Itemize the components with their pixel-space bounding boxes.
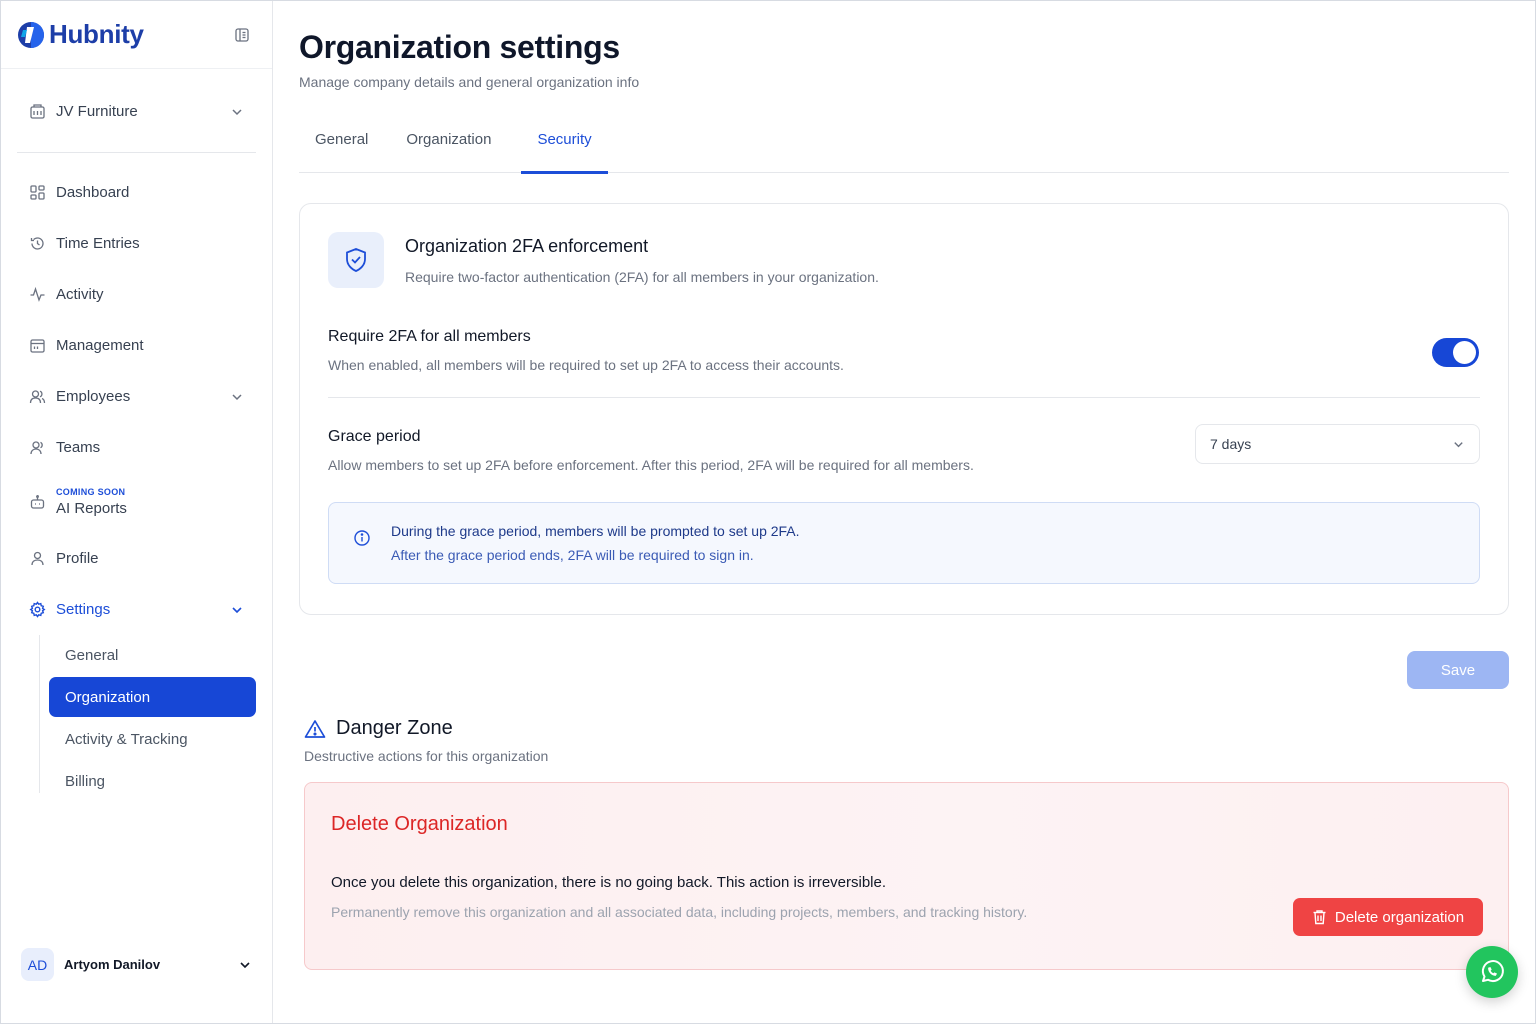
sidebar-item-label: Employees — [56, 388, 131, 405]
team-icon — [30, 441, 43, 455]
user-name: Artyom Danilov — [64, 957, 161, 972]
warning-triangle-icon — [304, 719, 326, 738]
sidebar-item-ai-reports[interactable]: COMING SOON AI Reports — [17, 473, 256, 533]
robot-icon — [30, 495, 45, 510]
shield-check-icon — [346, 248, 366, 272]
whatsapp-chat-button[interactable] — [1466, 946, 1518, 998]
tab-organization[interactable]: Organization — [390, 126, 507, 173]
delete-organization-label: Delete organization — [1334, 908, 1465, 926]
page-title: Organization settings — [299, 29, 620, 65]
hubnity-logo-icon — [18, 21, 44, 48]
info-icon — [354, 530, 370, 546]
calendar-icon — [30, 339, 45, 353]
subnav-item-general[interactable]: General — [49, 635, 256, 675]
require-2fa-title: Require 2FA for all members — [328, 328, 531, 345]
sidebar-item-activity[interactable]: Activity — [17, 269, 256, 320]
sidebar-item-label: AI Reports — [56, 500, 127, 518]
whatsapp-icon — [1481, 960, 1504, 983]
twofa-card: Organization 2FA enforcement Require two… — [299, 203, 1509, 615]
require-2fa-toggle[interactable] — [1432, 338, 1479, 367]
grace-info-banner: During the grace period, members will be… — [328, 502, 1480, 584]
sidebar-item-label: Settings — [56, 601, 111, 618]
grid-icon — [30, 185, 45, 200]
building-icon — [30, 104, 45, 119]
gear-icon — [29, 601, 46, 618]
settings-subnav: General Organization Activity & Tracking… — [37, 635, 256, 801]
brand-name: Hubnity — [49, 19, 144, 49]
sidebar-collapse-icon[interactable] — [234, 27, 250, 43]
sidebar-nav: Dashboard Time Entries Activity Manageme… — [1, 153, 272, 801]
chevron-down-icon — [240, 961, 250, 968]
delete-organization-card: Delete Organization Once you delete this… — [304, 782, 1509, 970]
sidebar-item-dashboard[interactable]: Dashboard — [17, 167, 256, 218]
twofa-title: Organization 2FA enforcement — [405, 236, 649, 256]
brand-logo[interactable]: Hubnity — [17, 19, 144, 50]
info-subtitle: After the grace period ends, 2FA will be… — [391, 547, 754, 563]
page-subtitle: Manage company details and general organ… — [299, 74, 640, 90]
organization-switcher[interactable]: JV Furniture — [17, 91, 256, 153]
grace-period-description: Allow members to set up 2FA before enfor… — [328, 457, 974, 473]
grace-period-value: 7 days — [1210, 436, 1252, 452]
sidebar-item-label: Time Entries — [56, 235, 140, 252]
subnav-item-billing[interactable]: Billing — [49, 761, 256, 801]
delete-description: Permanently remove this organization and… — [331, 904, 1028, 920]
history-icon — [30, 237, 44, 250]
require-2fa-description: When enabled, all members will be requir… — [328, 357, 844, 373]
sidebar-item-label: Teams — [56, 439, 101, 456]
require-2fa-row: Require 2FA for all members When enabled… — [328, 328, 1480, 398]
brand-header: Hubnity — [1, 1, 272, 69]
danger-zone-title: Danger Zone — [336, 717, 453, 739]
delete-organization-title: Delete Organization — [331, 813, 508, 835]
delete-warning: Once you delete this organization, there… — [331, 874, 887, 891]
subnav-item-activity-tracking[interactable]: Activity & Tracking — [49, 719, 256, 759]
app-window: Hubnity JV Furniture Dashboard Time Entr… — [0, 0, 1536, 1024]
sidebar-item-label: Management — [56, 337, 144, 354]
chevron-down-icon — [232, 108, 242, 115]
delete-organization-button[interactable]: Delete organization — [1293, 898, 1483, 936]
sidebar-item-management[interactable]: Management — [17, 320, 256, 371]
sidebar-item-profile[interactable]: Profile — [17, 533, 256, 584]
sidebar-item-teams[interactable]: Teams — [17, 422, 256, 473]
sidebar-item-label: Profile — [56, 550, 99, 567]
coming-soon-badge: COMING SOON — [56, 487, 126, 498]
twofa-description: Require two-factor authentication (2FA) … — [405, 269, 879, 285]
sidebar-item-employees[interactable]: Employees — [17, 371, 256, 422]
subnav-item-organization[interactable]: Organization — [49, 677, 256, 717]
tab-general[interactable]: General — [299, 126, 384, 173]
tab-security[interactable]: Security — [521, 126, 608, 174]
grace-period-row: Grace period Allow members to set up 2FA… — [328, 424, 1480, 473]
danger-zone-header: Danger Zone — [304, 717, 1509, 740]
sidebar: Hubnity JV Furniture Dashboard Time Entr… — [1, 1, 273, 1023]
sidebar-item-label: Dashboard — [56, 184, 130, 201]
organization-name: JV Furniture — [56, 103, 138, 120]
settings-tabs: General Organization Security — [299, 126, 1509, 174]
sidebar-item-settings[interactable]: Settings — [17, 584, 256, 635]
avatar: AD — [21, 948, 54, 981]
save-button[interactable]: Save — [1407, 651, 1509, 689]
user-menu[interactable]: AD Artyom Danilov — [21, 948, 252, 981]
info-title: During the grace period, members will be… — [391, 523, 800, 539]
user-icon — [31, 551, 44, 566]
users-icon — [29, 390, 46, 404]
chevron-down-icon — [232, 606, 242, 613]
danger-zone-subtitle: Destructive actions for this organizatio… — [304, 748, 549, 764]
activity-icon — [30, 286, 45, 302]
chevron-down-icon — [1454, 441, 1463, 447]
grace-period-title: Grace period — [328, 428, 421, 445]
chevron-down-icon — [232, 393, 242, 400]
trash-icon — [1313, 910, 1326, 925]
grace-period-select[interactable]: 7 days — [1195, 424, 1480, 464]
sidebar-item-time-entries[interactable]: Time Entries — [17, 218, 256, 269]
sidebar-item-label: Activity — [56, 286, 104, 303]
main-content: Organization settings Manage company det… — [273, 1, 1536, 1023]
shield-icon-box — [328, 232, 384, 288]
